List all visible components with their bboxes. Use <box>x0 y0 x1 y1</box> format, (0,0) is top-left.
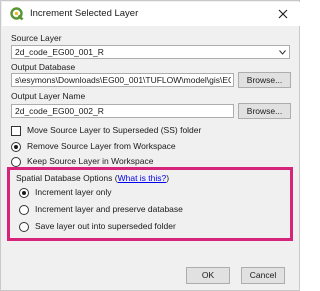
title-bar: Increment Selected Layer <box>2 2 300 26</box>
radio-circle <box>19 205 29 215</box>
output-layer-name-label: Output Layer Name <box>11 91 86 101</box>
source-layer-combo[interactable]: 2d_code_EG00_001_R <box>11 45 290 59</box>
spatial-database-options-group: Spatial Database Options (What is this?)… <box>7 167 293 241</box>
remove-source-label: Remove Source Layer from Workspace <box>27 141 176 151</box>
close-icon <box>278 9 288 19</box>
cancel-button[interactable]: Cancel <box>241 267 285 284</box>
spatial-database-options-title: Spatial Database Options (What is this?) <box>16 173 169 183</box>
what-is-this-link[interactable]: What is this? <box>118 173 167 183</box>
keep-source-label: Keep Source Layer in Workspace <box>27 156 154 166</box>
group-title-text: Spatial Database Options ( <box>16 173 118 183</box>
radio-circle <box>19 222 29 232</box>
radio-circle <box>11 142 21 152</box>
chevron-down-icon <box>279 50 286 55</box>
increment-layer-dialog: Increment Selected Layer Source Layer 2d… <box>0 0 300 291</box>
increment-only-label: Increment layer only <box>35 187 112 197</box>
output-database-browse-button[interactable]: Browse... <box>238 72 291 88</box>
source-layer-value: 2d_code_EG00_001_R <box>15 47 104 57</box>
output-layer-name-browse-button[interactable]: Browse... <box>238 103 291 119</box>
output-layer-name-input[interactable]: 2d_code_EG00_002_R <box>11 104 234 118</box>
output-database-input[interactable]: s\esymons\Downloads\EG00_001\TUFLOW\mode… <box>11 73 234 87</box>
output-database-value: s\esymons\Downloads\EG00_001\TUFLOW\mode… <box>15 75 231 85</box>
output-layer-name-value: 2d_code_EG00_002_R <box>15 106 104 116</box>
radio-circle <box>11 157 21 167</box>
qgis-icon <box>10 7 24 21</box>
close-button[interactable] <box>270 4 296 24</box>
radio-circle <box>19 188 29 198</box>
checkbox-box <box>11 126 21 136</box>
source-layer-label: Source Layer <box>11 33 62 43</box>
move-source-label: Move Source Layer to Superseded (SS) fol… <box>27 125 202 135</box>
ok-button[interactable]: OK <box>186 267 230 284</box>
save-superseded-label: Save layer out into superseded folder <box>35 221 176 231</box>
output-database-label: Output Database <box>11 62 76 72</box>
window-title: Increment Selected Layer <box>30 8 139 19</box>
increment-preserve-label: Increment layer and preserve database <box>35 204 183 214</box>
group-title-end: ) <box>166 173 170 183</box>
